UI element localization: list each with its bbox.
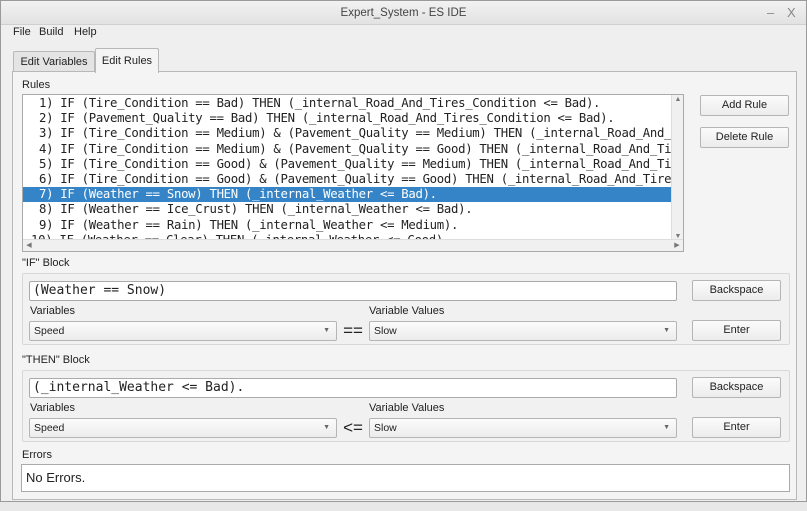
then-value-select[interactable]: Slow ▼: [369, 418, 677, 438]
menu-file[interactable]: File: [13, 25, 31, 39]
if-backspace-button[interactable]: Backspace: [692, 280, 781, 301]
errors-label: Errors: [22, 449, 52, 461]
then-operator: <=: [343, 418, 363, 437]
then-enter-button[interactable]: Enter: [692, 417, 781, 438]
chevron-down-icon: ▼: [323, 424, 330, 431]
scroll-right-icon[interactable]: ▶: [671, 241, 683, 249]
then-variables-label: Variables: [30, 402, 76, 414]
errors-output: No Errors.: [21, 464, 790, 492]
rule-list-item[interactable]: 2) IF (Pavement_Quality == Bad) THEN (_i…: [23, 111, 673, 126]
scroll-up-icon[interactable]: ▲: [672, 96, 683, 103]
then-backspace-button[interactable]: Backspace: [692, 377, 781, 398]
rule-list-item[interactable]: 8) IF (Weather == Ice_Crust) THEN (_inte…: [23, 202, 673, 217]
if-block-label: "IF" Block: [22, 257, 70, 269]
if-value-select[interactable]: Slow ▼: [369, 321, 677, 341]
tab-edit-rules[interactable]: Edit Rules: [95, 48, 159, 73]
horizontal-scrollbar[interactable]: ◀ ▶: [23, 239, 683, 251]
if-variable-select[interactable]: Speed ▼: [29, 321, 337, 341]
window-title: Expert_System - ES IDE: [340, 7, 467, 19]
then-block-label: "THEN" Block: [22, 354, 90, 366]
then-variable-select[interactable]: Speed ▼: [29, 418, 337, 438]
chevron-down-icon: ▼: [663, 424, 670, 431]
rule-list-item[interactable]: 1) IF (Tire_Condition == Bad) THEN (_int…: [23, 96, 673, 111]
add-rule-button[interactable]: Add Rule: [700, 95, 789, 116]
background-editor-strip: [0, 502, 807, 511]
rules-label: Rules: [22, 79, 51, 91]
scroll-left-icon[interactable]: ◀: [23, 241, 35, 249]
then-value-value: Slow: [374, 422, 397, 434]
rule-list-item[interactable]: 5) IF (Tire_Condition == Good) & (Paveme…: [23, 157, 673, 172]
delete-rule-button[interactable]: Delete Rule: [700, 127, 789, 148]
vertical-scrollbar[interactable]: ▲ ▼: [671, 95, 683, 241]
rule-list-item[interactable]: 7) IF (Weather == Snow) THEN (_internal_…: [23, 187, 673, 203]
chevron-down-icon: ▼: [663, 327, 670, 334]
rule-list-item[interactable]: 6) IF (Tire_Condition == Good) & (Paveme…: [23, 172, 673, 187]
then-variable-value: Speed: [34, 422, 65, 434]
rules-list[interactable]: 1) IF (Tire_Condition == Bad) THEN (_int…: [22, 94, 684, 252]
if-values-label: Variable Values: [369, 305, 445, 317]
close-icon[interactable]: X: [787, 5, 796, 20]
if-enter-button[interactable]: Enter: [692, 320, 781, 341]
tab-edit-variables[interactable]: Edit Variables: [13, 51, 95, 73]
minimize-icon[interactable]: –: [767, 5, 774, 20]
if-variables-label: Variables: [30, 305, 76, 317]
if-value-value: Slow: [374, 325, 397, 337]
menu-help[interactable]: Help: [74, 25, 97, 39]
menu-build[interactable]: Build: [39, 25, 63, 39]
then-values-label: Variable Values: [369, 402, 445, 414]
rule-list-item[interactable]: 3) IF (Tire_Condition == Medium) & (Pave…: [23, 126, 673, 141]
chevron-down-icon: ▼: [323, 327, 330, 334]
rule-list-item[interactable]: 9) IF (Weather == Rain) THEN (_internal_…: [23, 218, 673, 233]
if-variable-value: Speed: [34, 325, 65, 337]
if-operator: ==: [343, 321, 363, 340]
if-expression-input[interactable]: (Weather == Snow): [29, 281, 677, 301]
rule-list-item[interactable]: 4) IF (Tire_Condition == Medium) & (Pave…: [23, 142, 673, 157]
then-expression-input[interactable]: (_internal_Weather <= Bad).: [29, 378, 677, 398]
title-bar: Expert_System - ES IDE: [1, 1, 806, 25]
